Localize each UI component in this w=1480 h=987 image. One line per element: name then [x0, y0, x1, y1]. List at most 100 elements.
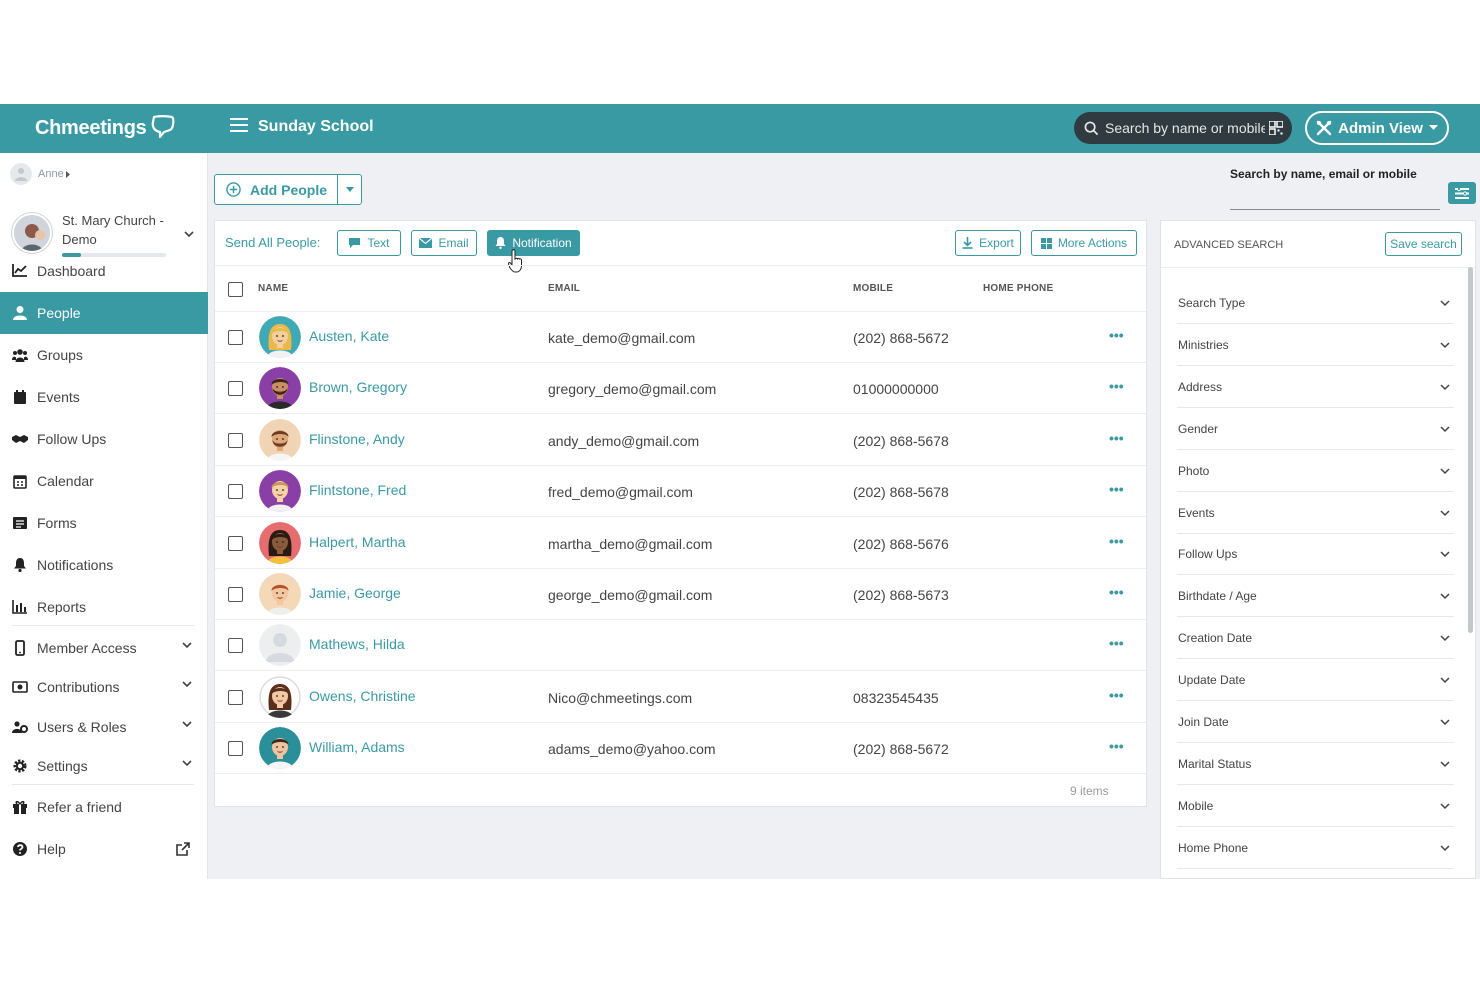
add-people-dropdown-button[interactable] [337, 175, 361, 204]
sidebar-item-contributions[interactable]: Contributions [0, 666, 208, 708]
sidebar-item-calendar[interactable]: Calendar [0, 460, 208, 502]
sidebar-item-users-roles[interactable]: Users & Roles [0, 706, 208, 748]
filter-mobile[interactable]: Mobile [1177, 785, 1454, 827]
sidebar-item-reports[interactable]: Reports [0, 586, 208, 628]
hamburger-menu-icon[interactable] [230, 118, 248, 134]
global-search-input[interactable] [1105, 120, 1265, 136]
chevron-down-icon[interactable] [182, 721, 192, 728]
export-button[interactable]: Export [955, 230, 1021, 256]
more-actions-button[interactable]: More Actions [1031, 230, 1137, 256]
avatar[interactable] [259, 521, 301, 564]
row-checkbox[interactable] [228, 587, 243, 602]
column-header-email[interactable]: EMAIL [548, 283, 580, 294]
filter-join-date[interactable]: Join Date [1177, 701, 1454, 743]
scrollbar[interactable] [1468, 267, 1473, 633]
chevron-down-icon[interactable] [182, 681, 192, 688]
global-search[interactable] [1074, 112, 1292, 144]
row-checkbox[interactable] [228, 330, 243, 345]
row-checkbox[interactable] [228, 432, 243, 448]
person-name-link[interactable]: Jamie, George [309, 585, 401, 601]
table-row[interactable]: Halpert, Martha martha_demo@gmail.com (202… [215, 518, 1146, 569]
avatar[interactable] [259, 470, 301, 513]
select-all-checkbox[interactable] [228, 282, 243, 297]
sidebar-item-settings[interactable]: Settings [0, 745, 208, 787]
table-row[interactable]: William, Adams adams_demo@yahoo.com (202) … [215, 723, 1146, 775]
filter-search-type[interactable]: Search Type [1177, 282, 1454, 324]
filter-photo[interactable]: Photo [1177, 450, 1454, 492]
column-header-mobile[interactable]: MOBILE [853, 283, 893, 294]
qr-code-icon[interactable] [1269, 121, 1283, 135]
save-search-button[interactable]: Save search [1385, 232, 1462, 256]
row-actions-icon[interactable]: ••• [1109, 687, 1124, 703]
table-row[interactable]: Flintstone, Fred fred_demo@gmail.com (202)… [215, 466, 1146, 518]
filter-update-date[interactable]: Update Date [1177, 659, 1454, 702]
row-actions-icon[interactable]: ••• [1109, 430, 1124, 446]
column-header-name[interactable]: NAME [258, 283, 288, 294]
table-row[interactable]: Austen, Kate kate_demo@gmail.com (202) 868… [215, 312, 1146, 363]
external-link-icon[interactable] [176, 842, 190, 856]
filter-birthdate-age[interactable]: Birthdate / Age [1177, 575, 1454, 618]
row-actions-icon[interactable]: ••• [1109, 327, 1124, 343]
sidebar-item-events[interactable]: Events [0, 376, 208, 418]
add-people-button[interactable]: Add People [215, 175, 337, 204]
send-notification-button[interactable]: Notification [487, 230, 580, 256]
chevron-down-icon[interactable] [182, 642, 192, 649]
table-row[interactable]: Owens, Christine Nico@chmeetings.com 08323… [215, 672, 1146, 723]
person-name-link[interactable]: Brown, Gregory [309, 379, 407, 395]
filter-creation-date[interactable]: Creation Date [1177, 617, 1454, 660]
sidebar-item-follow-ups[interactable]: Follow Ups [0, 418, 208, 460]
person-name-link[interactable]: Flinstone, Andy [309, 431, 405, 447]
row-checkbox[interactable] [228, 741, 243, 757]
sidebar-item-member-access[interactable]: Member Access [0, 627, 208, 669]
row-actions-icon[interactable]: ••• [1109, 533, 1124, 549]
row-checkbox[interactable] [228, 381, 243, 397]
send-email-button[interactable]: Email [411, 230, 477, 256]
person-name-link[interactable]: Flintstone, Fred [309, 482, 406, 498]
row-checkbox[interactable] [228, 535, 243, 551]
filter-address[interactable]: Address [1177, 366, 1454, 408]
person-name-link[interactable]: Austen, Kate [309, 328, 389, 344]
sidebar-item-refer-a-friend[interactable]: Refer a friend [0, 786, 208, 828]
filter-ministries[interactable]: Ministries [1177, 324, 1454, 366]
filter-gender[interactable]: Gender [1177, 408, 1454, 450]
person-name-link[interactable]: Halpert, Martha [309, 534, 405, 550]
avatar[interactable] [259, 675, 301, 718]
chevron-down-icon[interactable] [184, 231, 194, 238]
sidebar-item-dashboard[interactable]: Dashboard [0, 250, 208, 292]
sidebar-item-groups[interactable]: Groups [0, 334, 208, 376]
row-actions-icon[interactable]: ••• [1109, 378, 1124, 394]
filter-home-phone[interactable]: Home Phone [1177, 827, 1454, 869]
person-name-link[interactable]: Owens, Christine [309, 688, 416, 704]
table-row[interactable]: Jamie, George george_demo@gmail.com (202) … [215, 569, 1146, 620]
row-checkbox[interactable] [228, 689, 243, 705]
row-actions-icon[interactable]: ••• [1109, 635, 1124, 651]
row-checkbox[interactable] [228, 638, 243, 654]
sidebar-item-forms[interactable]: Forms [0, 502, 208, 544]
row-actions-icon[interactable]: ••• [1109, 738, 1124, 754]
filter-toggle-button[interactable] [1448, 182, 1476, 204]
avatar[interactable] [259, 418, 301, 461]
table-row[interactable]: Flinstone, Andy andy_demo@gmail.com (202) … [215, 415, 1146, 466]
row-actions-icon[interactable]: ••• [1109, 481, 1124, 497]
row-checkbox[interactable] [228, 484, 243, 500]
avatar[interactable] [259, 573, 301, 615]
user-menu[interactable]: Anne [10, 163, 70, 185]
sidebar-item-help[interactable]: Help [0, 828, 208, 870]
column-header-home-phone[interactable]: HOME PHONE [983, 283, 1053, 294]
person-name-link[interactable]: William, Adams [309, 739, 405, 755]
avatar[interactable] [259, 367, 301, 410]
table-row[interactable]: Brown, Gregory gregory_demo@gmail.com 0100… [215, 363, 1146, 415]
avatar[interactable] [259, 624, 301, 667]
filter-marital-status[interactable]: Marital Status [1177, 743, 1454, 785]
filter-events[interactable]: Events [1177, 492, 1454, 534]
logo[interactable]: Chmeetings [35, 114, 176, 140]
admin-view-button[interactable]: Admin View [1305, 111, 1449, 145]
filter-follow-ups[interactable]: Follow Ups [1177, 533, 1454, 576]
sidebar-item-notifications[interactable]: Notifications [0, 544, 208, 586]
row-actions-icon[interactable]: ••• [1109, 584, 1124, 600]
sidebar-item-people[interactable]: People [0, 292, 208, 334]
chevron-down-icon[interactable] [182, 760, 192, 767]
person-name-link[interactable]: Mathews, Hilda [309, 636, 405, 652]
table-row[interactable]: Mathews, Hilda ••• [215, 620, 1146, 672]
search-field-input[interactable] [1230, 209, 1440, 210]
